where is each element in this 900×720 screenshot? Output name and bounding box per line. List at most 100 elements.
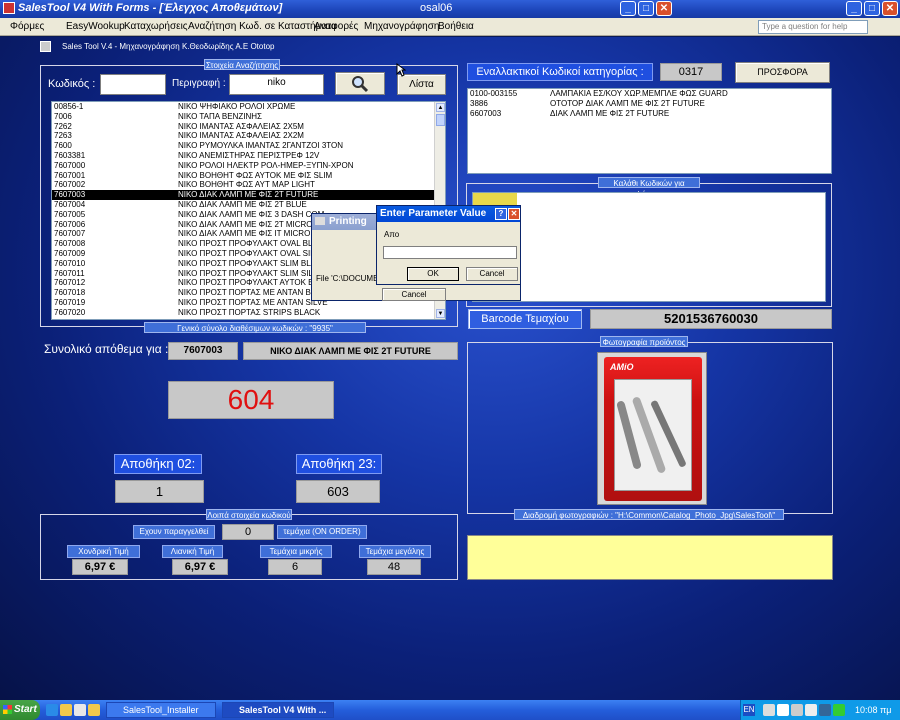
- app-maximize-button[interactable]: □: [864, 1, 880, 16]
- retail-price-label: Λιανική Τιμή: [162, 545, 223, 558]
- taskbar-item-salestool[interactable]: SalesTool V4 With ...: [222, 702, 334, 718]
- tray-volume-icon[interactable]: [805, 704, 817, 716]
- table-row[interactable]: 00856-1 ΝΙΚΟ ΨΗΦΙΑΚΟ ΡΟΛΟΙ ΧΡΩΜΕ: [52, 102, 445, 112]
- tray-printer-icon[interactable]: [777, 704, 789, 716]
- row-code: 7607020: [54, 307, 86, 317]
- product-window: [614, 379, 692, 491]
- table-row[interactable]: 7607002 ΝΙΚΟ ΒΟΗΘΗΤ ΦΩΣ ΑΥΤ ΜΑΡ LIGHT: [52, 180, 445, 190]
- menu-reports[interactable]: Αναφορές: [314, 21, 358, 32]
- row-code: 7607011: [54, 268, 85, 278]
- folder-icon[interactable]: [60, 704, 72, 716]
- row-description: ΝΙΚΟ ΠΡΟΣΤ ΠΡΟΦΥΛΑΚΤ ΑΥΤΟΚ ΒΛΑΣ: [178, 278, 330, 288]
- barcode-button[interactable]: Barcode Τεμαχίου: [468, 309, 582, 329]
- small-pack-value: 6: [268, 559, 322, 575]
- start-button[interactable]: Start: [0, 700, 40, 720]
- search-button[interactable]: [335, 72, 385, 95]
- form-icon: [40, 41, 51, 52]
- window-title: SalesTool V4 With Forms - [Έλεγχος Αποθε…: [18, 2, 283, 14]
- printing-cancel-button[interactable]: Cancel: [382, 288, 446, 301]
- alt-description: OTOTOP ΔΙΑΚ ΛΑΜΠ ΜΕ ΦΙΣ 2Τ FUTURE: [550, 98, 705, 108]
- ie-icon[interactable]: [46, 704, 58, 716]
- menu-forms[interactable]: Φόρμες: [10, 21, 44, 32]
- parameter-dialog-title[interactable]: Enter Parameter Value ? ✕: [377, 206, 520, 222]
- warehouse-02-label: Αποθήκη 02:: [114, 454, 202, 474]
- menu-easywookup[interactable]: EasyWookup: [66, 21, 125, 32]
- description-input[interactable]: niko: [229, 74, 324, 95]
- ordered-label: Εχουν παραγγελθεί: [133, 525, 215, 539]
- parameter-cancel-button[interactable]: Cancel: [466, 267, 518, 281]
- maximize-button[interactable]: □: [638, 1, 654, 16]
- row-description: ΝΙΚΟ ΠΡΟΣΤ ΠΡΟΦΥΛΑΚΤ OVAL SILVER: [178, 248, 331, 258]
- table-row[interactable]: 7607003 ΝΙΚΟ ΔΙΑΚ ΛΑΜΠ ΜΕ ΦΙΣ 2Τ FUTURE: [52, 190, 445, 200]
- table-row[interactable]: 7603381 ΝΙΚΟ ΑΝΕΜΙΣΤΗΡΑΣ ΠΕΡΙΣΤΡΕΦ 12V: [52, 151, 445, 161]
- window-center-title: osal06: [420, 2, 453, 14]
- row-code: 7607010: [54, 258, 86, 268]
- help-button[interactable]: ?: [495, 208, 507, 220]
- close-button[interactable]: ✕: [656, 1, 672, 16]
- magnifier-icon: [352, 76, 369, 93]
- row-description: ΝΙΚΟ ΠΡΟΣΤ ΠΡΟΦΥΛΑΚΤ SLIM SILVER: [178, 268, 329, 278]
- clock[interactable]: 10:08 πμ: [855, 700, 891, 720]
- minimize-button[interactable]: _: [620, 1, 636, 16]
- language-indicator[interactable]: EN: [743, 704, 755, 716]
- alt-description: ΛΑΜΠΑΚΙΑ ΕΣ/ΚΟΥ ΧΩΡ.ΜΕΜΠΛΕ ΦΩΣ GUARD: [550, 89, 728, 98]
- explorer-icon[interactable]: [88, 704, 100, 716]
- offer-button[interactable]: ΠΡΟΣΦΟΡΑ: [735, 62, 830, 83]
- taskbar-item-installer[interactable]: SalesTool_Installer: [106, 702, 216, 718]
- category-value: 0317: [660, 63, 722, 81]
- tool-icon: [616, 397, 686, 473]
- row-description: ΝΙΚΟ ΑΝΕΜΙΣΤΗΡΑΣ ΠΕΡΙΣΤΡΕΦ 12V: [178, 150, 320, 160]
- app-icon: [3, 2, 15, 14]
- scroll-down-arrow-icon[interactable]: ▼: [436, 309, 445, 318]
- row-description: ΝΙΚΟ ΒΟΗΘΗΤ ΦΩΣ ΑΥΤ ΜΑΡ LIGHT: [178, 180, 315, 190]
- basket-list[interactable]: [472, 192, 826, 302]
- taskbar: Start SalesTool_Installer SalesTool V4 W…: [0, 700, 900, 720]
- list-item[interactable]: 6607003 ΔΙΑΚ ΛΑΜΠ ΜΕ ΦΙΣ 2Τ FUTURE: [468, 109, 831, 119]
- app-close-button[interactable]: ✕: [882, 1, 898, 16]
- parameter-ok-button[interactable]: OK: [407, 267, 459, 281]
- notes-box[interactable]: [467, 535, 833, 580]
- tray-network-icon[interactable]: [763, 704, 775, 716]
- table-row[interactable]: 7607001 ΝΙΚΟ ΒΟΗΘΗΤ ΦΩΣ ΑΥΤΟΚ ΜΕ ΦΙΣ SLIM: [52, 171, 445, 181]
- table-row[interactable]: 7006 ΝΙΚΟ ΤΑΠΑ ΒΕΝΖΙΝΗΣ: [52, 112, 445, 122]
- product-brand: AMiO: [610, 362, 634, 372]
- alt-codes-list[interactable]: 0100-003155 ΛΑΜΠΑΚΙΑ ΕΣ/ΚΟΥ ΧΩΡ.ΜΕΜΠΛΕ ΦΩ…: [467, 88, 832, 174]
- list-item[interactable]: 0100-003155 ΛΑΜΠΑΚΙΑ ΕΣ/ΚΟΥ ΧΩΡ.ΜΕΜΠΛΕ ΦΩ…: [468, 89, 831, 99]
- tray-app-icon[interactable]: [791, 704, 803, 716]
- stock-code: 7607003: [168, 342, 238, 360]
- table-row[interactable]: 7262 ΝΙΚΟ ΙΜΑΝΤΑΣ ΑΣΦΑΛΕΙΑΣ 2Χ5Μ: [52, 122, 445, 132]
- menu-computing[interactable]: Μηχανογράφηση: [364, 21, 439, 32]
- tray-shield-icon[interactable]: [819, 704, 831, 716]
- row-code: 7607002: [54, 180, 86, 190]
- list-item[interactable]: 3886 OTOTOP ΔΙΑΚ ΛΑΜΠ ΜΕ ΦΙΣ 2Τ FUTURE: [468, 99, 831, 109]
- wholesale-price-label: Χονδρική Τιμή: [67, 545, 140, 558]
- tray-status-icon[interactable]: [833, 704, 845, 716]
- scroll-up-arrow-icon[interactable]: ▲: [436, 103, 445, 112]
- window-title-bar[interactable]: SalesTool V4 With Forms - [Έλεγχος Αποθε…: [0, 0, 900, 18]
- row-code: 7603381: [54, 150, 86, 160]
- table-row[interactable]: 7607000 ΝΙΚΟ ΡΟΛΟΙ ΗΛΕΚΤΡ ΡΟΛ-ΗΜΕΡ-ΞΥΠΝ-Χ…: [52, 161, 445, 171]
- code-input[interactable]: [100, 74, 166, 95]
- menu-entries[interactable]: Καταχωρήσεις: [124, 21, 188, 32]
- row-description: ΝΙΚΟ ΔΙΑΚ ΛΑΜΠ ΜΕ ΦΙΣ 2Τ FUTURE: [178, 190, 319, 200]
- wholesale-price-value: 6,97 €: [72, 559, 128, 575]
- table-row[interactable]: 7607020 ΝΙΚΟ ΠΡΟΣΤ ΠΟΡΤΑΣ STRIPS BLACK: [52, 308, 445, 318]
- menu-help[interactable]: Βοήθεια: [438, 21, 474, 32]
- table-row[interactable]: 7600 ΝΙΚΟ ΡΥΜΟΥΛΚΑ ΙΜΑΝΤΑΣ 2ΓΑΝΤΖΟΙ 3ΤΟΝ: [52, 141, 445, 151]
- product-package: AMiO: [604, 357, 702, 501]
- large-pack-value: 48: [367, 559, 421, 575]
- parameter-input[interactable]: [383, 246, 517, 259]
- code-label: Κωδικός :: [48, 78, 96, 90]
- row-description: ΝΙΚΟ ΠΡΟΣΤ ΠΟΡΤΑΣ ΜΕ ΑΝΤΑΝ BLAC: [178, 288, 327, 298]
- table-row[interactable]: 7263 ΝΙΚΟ ΙΜΑΝΤΑΣ ΑΣΦΑΛΕΙΑΣ 2Χ2Μ: [52, 131, 445, 141]
- desktop-icon[interactable]: [74, 704, 86, 716]
- printer-icon: [315, 217, 325, 226]
- small-pack-label: Τεμάχια μικρής: [260, 545, 332, 558]
- row-code: 7607000: [54, 160, 86, 170]
- help-question-input[interactable]: Type a question for help: [758, 20, 868, 34]
- list-button[interactable]: Λίστα: [397, 74, 446, 95]
- app-minimize-button[interactable]: _: [846, 1, 862, 16]
- parameter-close-button[interactable]: ✕: [508, 208, 520, 220]
- photo-path-label: Διαδρομή φωτογραφιών : "H:\Common\Catalo…: [514, 509, 784, 520]
- scroll-thumb[interactable]: [436, 114, 445, 126]
